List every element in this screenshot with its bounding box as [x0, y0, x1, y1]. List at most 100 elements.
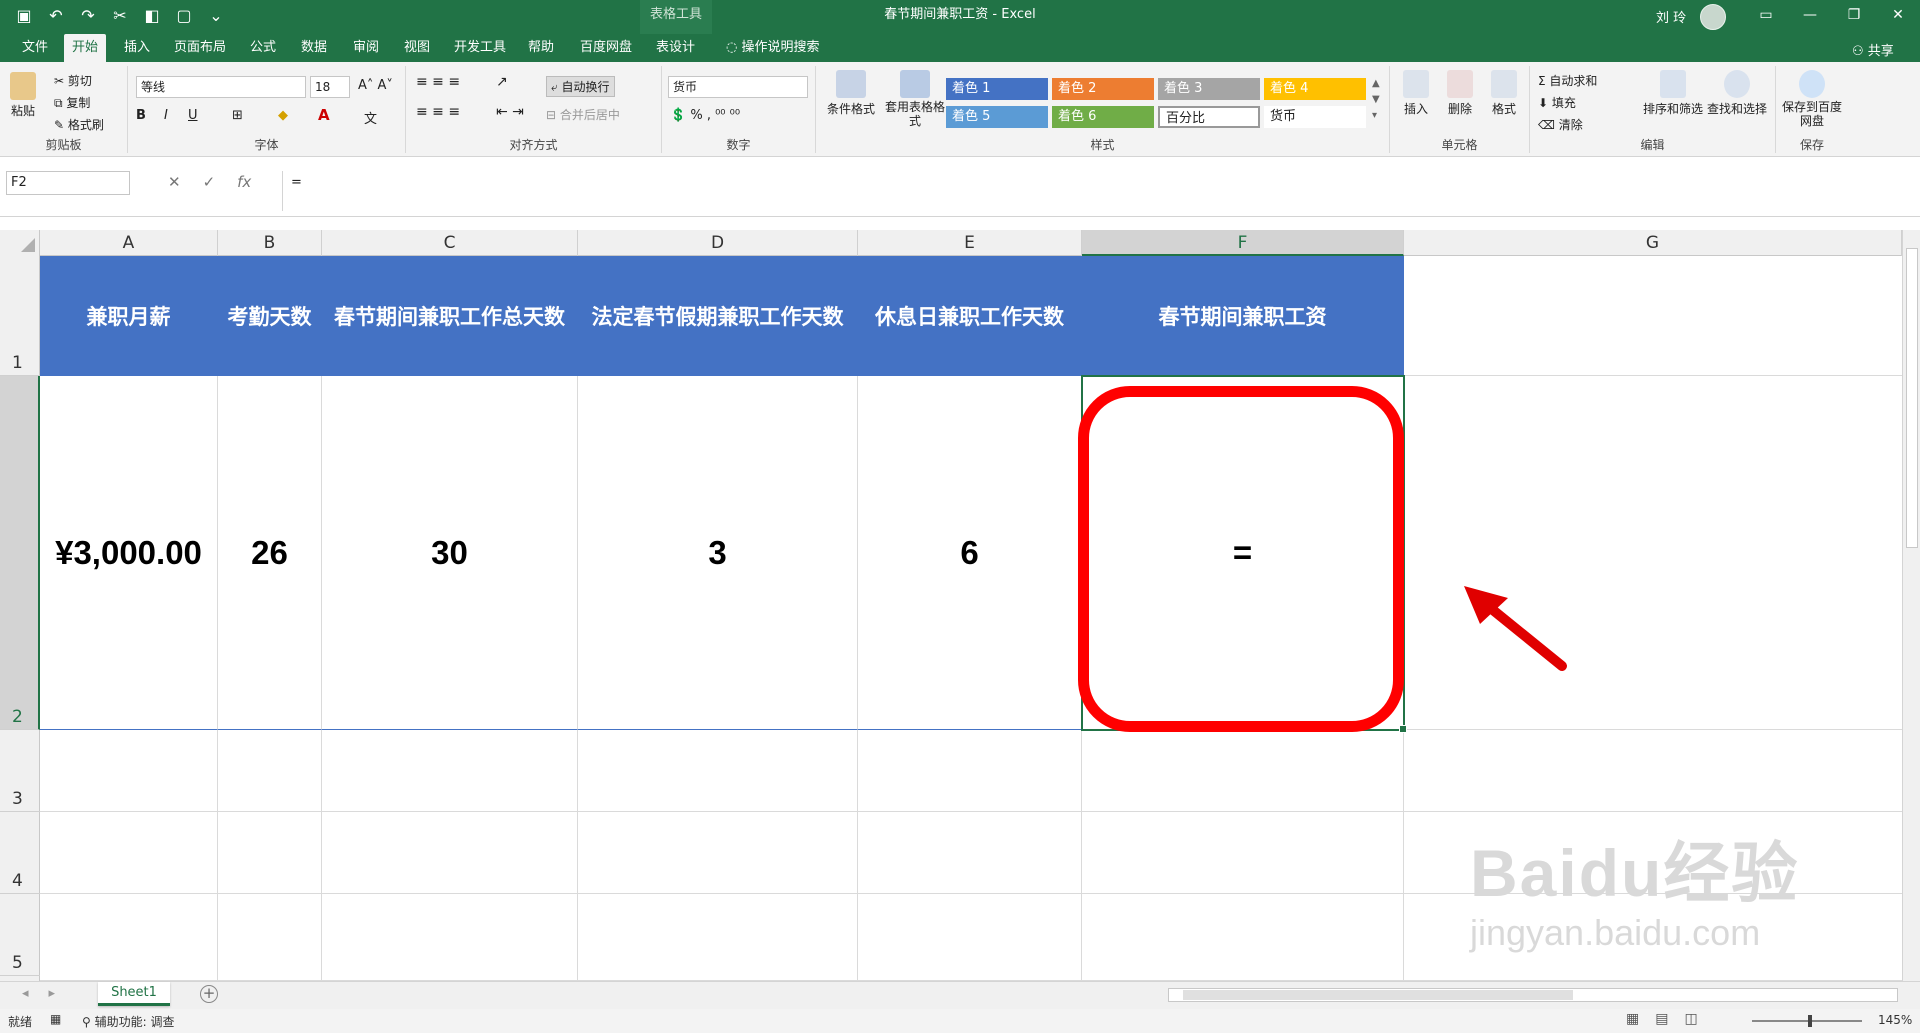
tab-page-layout[interactable]: 页面布局	[166, 34, 234, 62]
tab-baidu-netdisk[interactable]: 百度网盘	[572, 34, 640, 62]
cell-style-accent2[interactable]: 着色 2	[1052, 78, 1154, 100]
page-break-view-icon[interactable]: ◫	[1684, 1011, 1697, 1027]
zoom-slider[interactable]	[1752, 1015, 1862, 1027]
add-sheet-icon[interactable]: +	[200, 985, 218, 1003]
row-header-4[interactable]: 4	[0, 812, 40, 894]
horizontal-scrollbar[interactable]	[1168, 988, 1898, 1002]
header-cell-rest-days[interactable]: 休息日兼职工作天数	[858, 256, 1082, 376]
bold-button[interactable]: B	[136, 108, 146, 123]
tab-table-design[interactable]: 表设计	[648, 34, 703, 62]
sheet-tab[interactable]: Sheet1	[98, 982, 170, 1006]
font-size-select[interactable]: 18	[310, 76, 350, 98]
styles-scroll-icon[interactable]: ▲ ▼ ▾	[1372, 76, 1380, 124]
close-icon[interactable]: ✕	[1876, 0, 1920, 30]
cell-f4[interactable]	[1082, 812, 1404, 894]
cell-f5[interactable]	[1082, 894, 1404, 981]
scroll-thumb[interactable]	[1183, 990, 1573, 1000]
insert-button[interactable]: 插入	[1396, 70, 1436, 117]
function-icon[interactable]: fx	[237, 173, 251, 191]
cell-a3[interactable]	[40, 730, 218, 812]
cell-b4[interactable]	[218, 812, 322, 894]
cell-style-currency[interactable]: 货币	[1264, 106, 1366, 128]
cell-g4[interactable]	[1404, 812, 1914, 894]
cell-c4[interactable]	[322, 812, 578, 894]
cell-c3[interactable]	[322, 730, 578, 812]
copy-button[interactable]: ⧉ 复制	[54, 94, 90, 111]
cut-button[interactable]: ✂ 剪切	[54, 72, 92, 89]
cell-f3[interactable]	[1082, 730, 1404, 812]
cell-g3[interactable]	[1404, 730, 1914, 812]
tab-formulas[interactable]: 公式	[242, 34, 284, 62]
row-header-5[interactable]: 5	[0, 894, 40, 976]
confirm-icon[interactable]: ✓	[203, 173, 216, 191]
font-grow-icon[interactable]: A˄ A˅	[358, 78, 393, 93]
conditional-format-button[interactable]: 条件格式	[824, 70, 878, 117]
vertical-align-icons[interactable]: ≡ ≡ ≡	[416, 74, 460, 90]
cell-a4[interactable]	[40, 812, 218, 894]
cell-e2[interactable]: 6	[858, 376, 1082, 730]
minimize-icon[interactable]: —	[1788, 0, 1832, 30]
cell-a5[interactable]	[40, 894, 218, 981]
cell-b2[interactable]: 26	[218, 376, 322, 730]
border-icon[interactable]: ⊞	[232, 108, 243, 123]
formula-input[interactable]: =	[282, 171, 1902, 211]
cell-style-accent1[interactable]: 着色 1	[946, 78, 1048, 100]
delete-button[interactable]: 删除	[1440, 70, 1480, 117]
cell-g5[interactable]	[1404, 894, 1914, 981]
tab-help[interactable]: 帮助	[520, 34, 562, 62]
format-painter-button[interactable]: ✎ 格式刷	[54, 116, 104, 133]
cell-g1[interactable]	[1404, 256, 1914, 376]
cell-a2[interactable]: ¥3,000.00	[40, 376, 218, 730]
page-layout-view-icon[interactable]: ▤	[1655, 1011, 1668, 1027]
cell-style-accent5[interactable]: 着色 5	[946, 106, 1048, 128]
scroll-thumb[interactable]	[1906, 248, 1918, 548]
tab-view[interactable]: 视图	[396, 34, 438, 62]
macro-record-icon[interactable]: ▦	[50, 1012, 61, 1026]
header-cell-holiday-pay[interactable]: 春节期间兼职工资	[1082, 256, 1404, 376]
column-header-b[interactable]: B	[218, 230, 322, 256]
cell-style-accent3[interactable]: 着色 3	[1158, 78, 1260, 100]
number-format-select[interactable]: 货币	[668, 76, 808, 98]
table-format-button[interactable]: 套用表格格式	[882, 70, 948, 128]
italic-button[interactable]: I	[164, 108, 168, 123]
clear-button[interactable]: ⌫ 清除	[1538, 116, 1583, 133]
font-color-icon[interactable]: A	[318, 106, 330, 124]
cell-c2[interactable]: 30	[322, 376, 578, 730]
normal-view-icon[interactable]: ▦	[1626, 1011, 1639, 1027]
tab-home[interactable]: 开始	[64, 34, 107, 62]
merge-center-button[interactable]: ⊟ 合并后居中	[546, 106, 620, 123]
prev-sheet-icon[interactable]: ◂	[22, 986, 29, 1001]
row-header-1[interactable]: 1	[0, 256, 40, 376]
cell-g2[interactable]	[1404, 376, 1914, 730]
select-all-button[interactable]	[0, 230, 40, 256]
avatar[interactable]	[1700, 4, 1726, 30]
tab-file[interactable]: 文件	[14, 34, 56, 62]
fill-color-icon[interactable]: ◆	[278, 108, 288, 123]
tab-review[interactable]: 审阅	[345, 34, 387, 62]
cell-style-accent4[interactable]: 着色 4	[1264, 78, 1366, 100]
indent-icons[interactable]: ⇤ ⇥	[496, 104, 524, 120]
cancel-icon[interactable]: ✕	[168, 173, 181, 191]
cell-e4[interactable]	[858, 812, 1082, 894]
autosum-button[interactable]: Σ 自动求和	[1538, 72, 1597, 89]
orientation-icon[interactable]: ↗	[496, 74, 508, 90]
cell-c5[interactable]	[322, 894, 578, 981]
tab-data[interactable]: 数据	[293, 34, 335, 62]
paste-button[interactable]: 粘贴	[10, 72, 36, 119]
format-button[interactable]: 格式	[1484, 70, 1524, 117]
header-cell-attendance-days[interactable]: 考勤天数	[218, 256, 322, 376]
cell-b3[interactable]	[218, 730, 322, 812]
header-cell-holiday-days[interactable]: 法定春节假期兼职工作天数	[578, 256, 858, 376]
column-header-e[interactable]: E	[858, 230, 1082, 256]
column-header-c[interactable]: C	[322, 230, 578, 256]
row-header-2[interactable]: 2	[0, 376, 40, 730]
horizontal-align-icons[interactable]: ≡ ≡ ≡	[416, 104, 460, 120]
column-header-a[interactable]: A	[40, 230, 218, 256]
fill-button[interactable]: ⬇ 填充	[1538, 94, 1576, 111]
cell-style-accent6[interactable]: 着色 6	[1052, 106, 1154, 128]
sort-filter-button[interactable]: 排序和筛选	[1642, 70, 1704, 117]
cell-d5[interactable]	[578, 894, 858, 981]
ribbon-display-icon[interactable]: ▭	[1744, 0, 1788, 30]
cell-d4[interactable]	[578, 812, 858, 894]
phonetic-icon[interactable]: 文	[364, 108, 377, 127]
